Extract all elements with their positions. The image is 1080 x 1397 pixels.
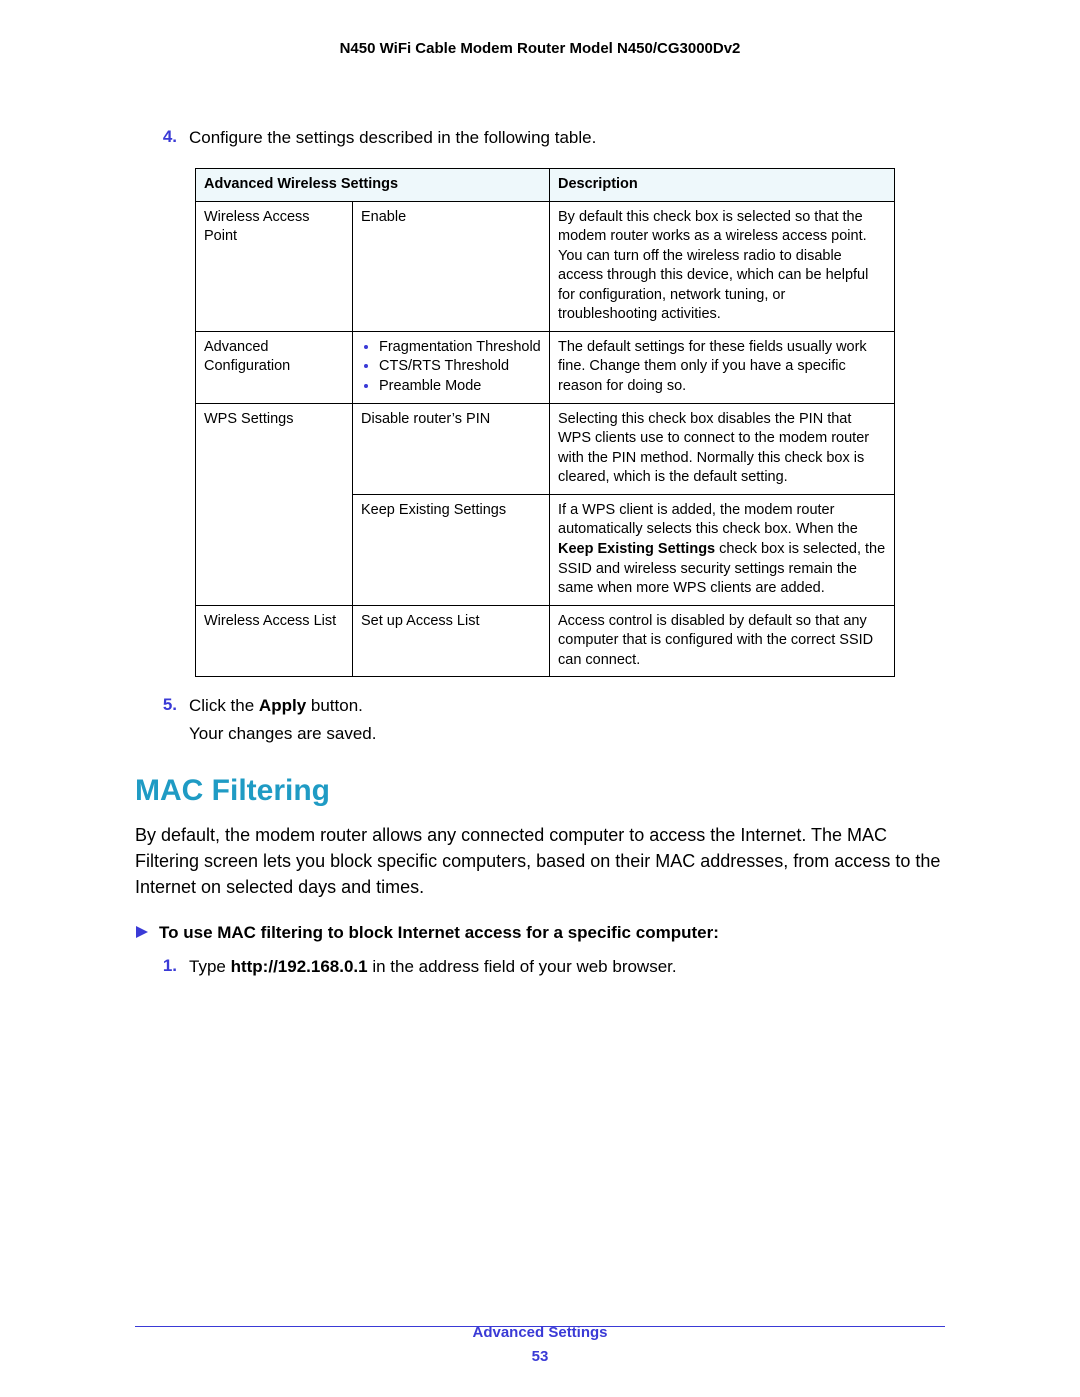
text: button. — [306, 696, 363, 715]
cell: WPS Settings — [196, 403, 353, 605]
step-number: 5. — [149, 695, 177, 718]
bold-text: Keep Existing Settings — [558, 541, 715, 557]
step-note: Your changes are saved. — [189, 724, 945, 744]
section-heading: MAC Filtering — [135, 774, 945, 808]
text: Type — [189, 957, 231, 976]
step-4: 4. Configure the settings described in t… — [135, 127, 945, 150]
procedure-title: To use MAC filtering to block Internet a… — [159, 923, 719, 943]
section-intro: By default, the modem router allows any … — [135, 822, 945, 900]
step-5: 5. Click the Apply button. — [135, 695, 945, 718]
cell: Wireless Access List — [196, 605, 353, 677]
bold-text: http://192.168.0.1 — [231, 957, 368, 976]
arrow-icon — [135, 925, 149, 944]
cell: Selecting this check box disables the PI… — [550, 403, 895, 494]
text: in the address field of your web browser… — [368, 957, 677, 976]
footer-page-number: 53 — [0, 1345, 1080, 1369]
procedure-heading: To use MAC filtering to block Internet a… — [135, 923, 945, 944]
step-1: 1. Type http://192.168.0.1 in the addres… — [135, 956, 945, 979]
footer-section: Advanced Settings — [0, 1321, 1080, 1345]
list-item: Preamble Mode — [379, 377, 541, 397]
list-item: CTS/RTS Threshold — [379, 357, 541, 377]
cell: Enable — [353, 201, 550, 331]
step-text: Type http://192.168.0.1 in the address f… — [189, 956, 677, 979]
table-head-description: Description — [550, 168, 895, 201]
table-row: Wireless Access List Set up Access List … — [196, 605, 895, 677]
cell: By default this check box is selected so… — [550, 201, 895, 331]
cell: Advanced Configuration — [196, 331, 353, 403]
cell: Fragmentation Threshold CTS/RTS Threshol… — [353, 331, 550, 403]
cell: Keep Existing Settings — [353, 494, 550, 605]
step-number: 4. — [149, 127, 177, 150]
table-row: WPS Settings Disable router’s PIN Select… — [196, 403, 895, 494]
page-header: N450 WiFi Cable Modem Router Model N450/… — [135, 40, 945, 57]
step-text: Configure the settings described in the … — [189, 127, 596, 150]
cell: Access control is disabled by default so… — [550, 605, 895, 677]
cell: The default settings for these fields us… — [550, 331, 895, 403]
settings-table: Advanced Wireless Settings Description W… — [195, 168, 895, 677]
page-footer: Advanced Settings 53 — [0, 1321, 1080, 1369]
table-row: Advanced Configuration Fragmentation Thr… — [196, 331, 895, 403]
step-number: 1. — [149, 956, 177, 979]
cell: If a WPS client is added, the modem rout… — [550, 494, 895, 605]
cell: Wireless Access Point — [196, 201, 353, 331]
table-head-settings: Advanced Wireless Settings — [196, 168, 550, 201]
list-item: Fragmentation Threshold — [379, 338, 541, 358]
table-row: Wireless Access Point Enable By default … — [196, 201, 895, 331]
cell: Set up Access List — [353, 605, 550, 677]
cell: Disable router’s PIN — [353, 403, 550, 494]
bold-text: Apply — [259, 696, 306, 715]
text: If a WPS client is added, the modem rout… — [558, 502, 858, 538]
step-text: Click the Apply button. — [189, 695, 363, 718]
text: Click the — [189, 696, 259, 715]
